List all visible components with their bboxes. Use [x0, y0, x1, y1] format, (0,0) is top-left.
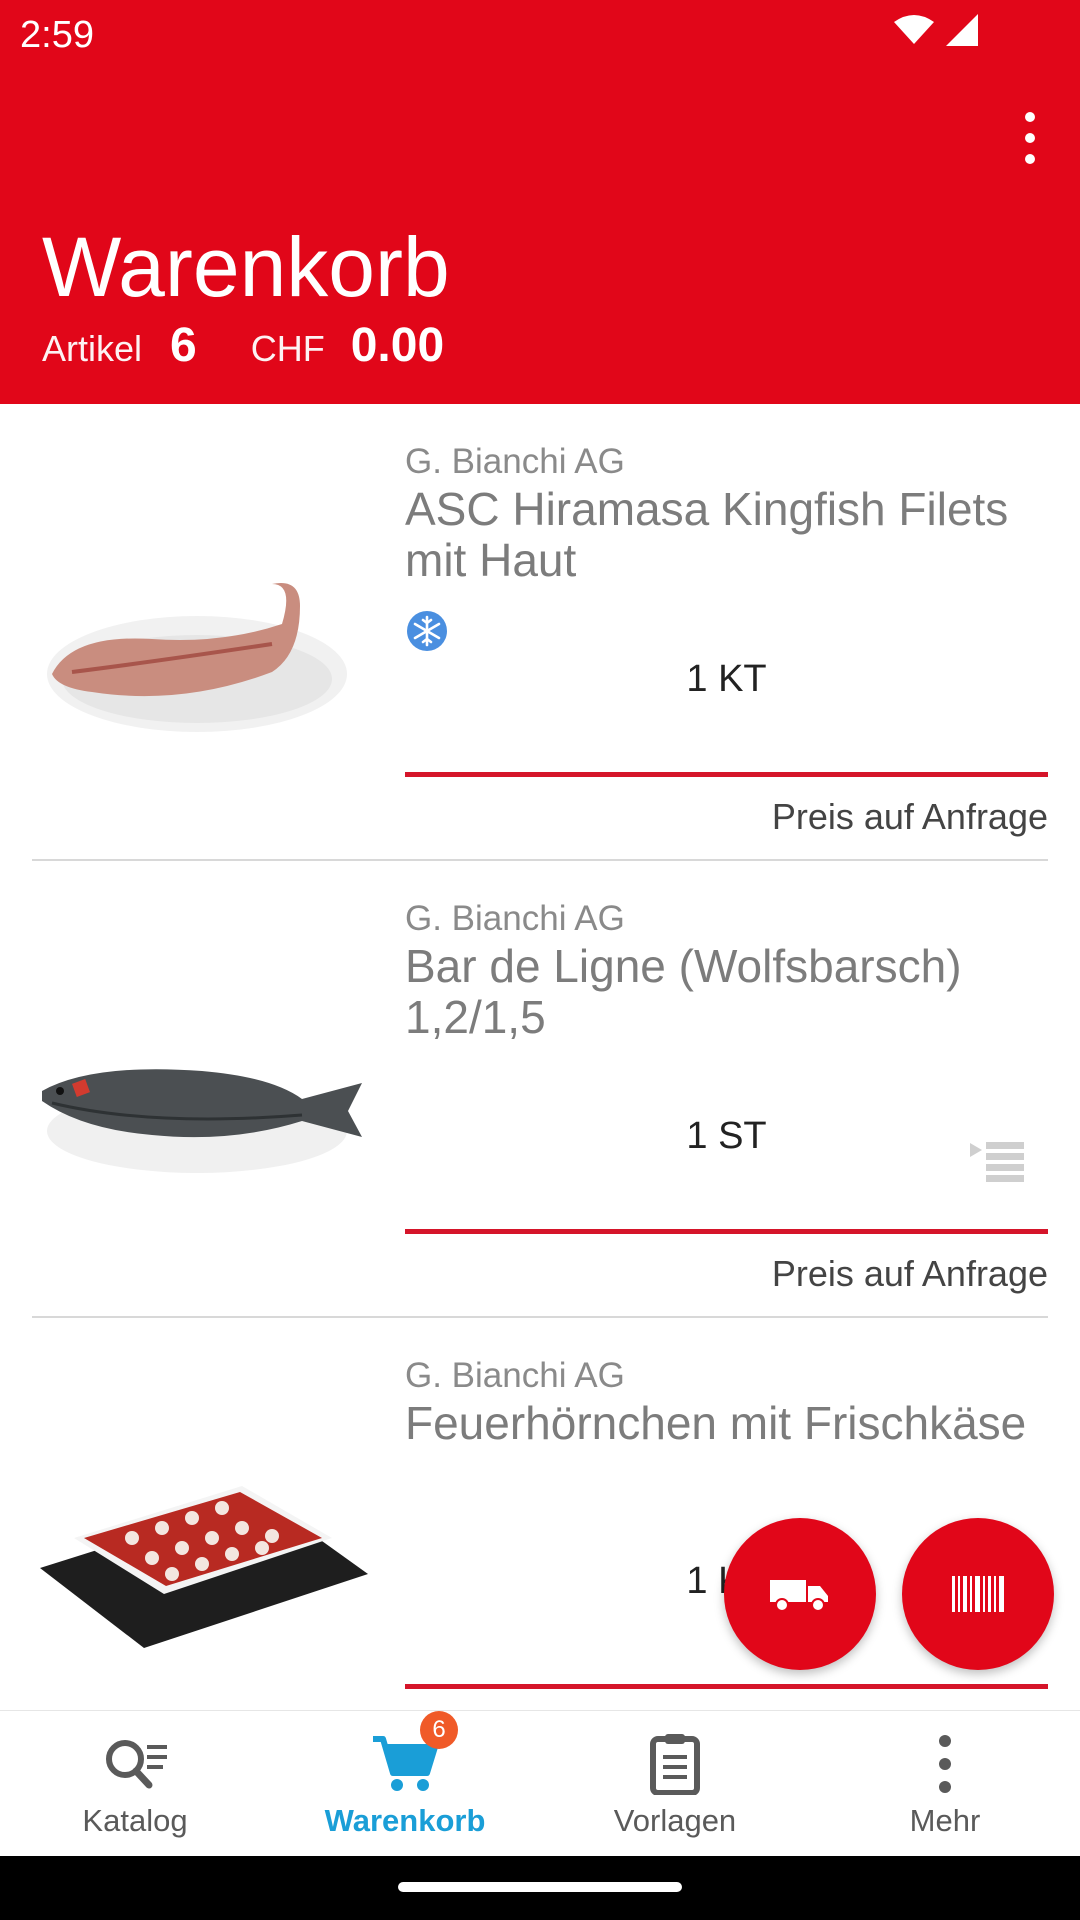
quantity-underline: [405, 772, 1048, 777]
cart-total: 0.00: [350, 319, 445, 372]
cart-summary: Artikel 6 CHF 0.00: [42, 318, 444, 373]
price-text: Preis auf Anfrage: [771, 796, 1048, 837]
clipboard-icon: [650, 1734, 700, 1795]
quantity-underline: [405, 1229, 1048, 1234]
product-name[interactable]: Bar de Ligne (Wolfsbarsch) 1,2/1,5: [405, 941, 1045, 1043]
status-time: 2:59: [20, 14, 94, 56]
barcode-icon: [952, 1576, 1004, 1612]
cart-count-badge: 6: [420, 1711, 458, 1749]
snowflake-icon: [407, 611, 447, 651]
wifi-icon: [894, 15, 934, 44]
product-name[interactable]: ASC Hiramasa Kingfish Filets mit Haut: [405, 484, 1045, 586]
nav-label: Warenkorb: [324, 1803, 486, 1838]
nav-label: Vorlagen: [613, 1803, 737, 1838]
nav-warenkorb[interactable]: Warenkorb: [270, 1711, 540, 1857]
delivery-button[interactable]: [724, 1518, 876, 1670]
quantity-field[interactable]: 1 KT: [405, 650, 1048, 708]
truck-icon: [770, 1580, 828, 1612]
nav-mehr[interactable]: Mehr: [810, 1711, 1080, 1857]
nav-katalog[interactable]: Katalog: [0, 1711, 270, 1857]
nav-label: Mehr: [909, 1803, 981, 1838]
product-image: [42, 1069, 362, 1173]
catalog-search-icon: [106, 1740, 167, 1789]
supplier-name: G. Bianchi AG: [405, 899, 625, 938]
nav-vorlagen[interactable]: Vorlagen: [540, 1711, 810, 1857]
app-header: 2:59 Warenkorb Artikel 6 CHF 0.00: [0, 0, 1080, 404]
status-icons: [894, 14, 980, 46]
system-navigation-bar: [0, 1856, 1080, 1920]
bottom-navigation: Katalog Warenkorb Vorlagen Mehr: [0, 1710, 1080, 1857]
scan-button[interactable]: [902, 1518, 1054, 1670]
cart-item[interactable]: G. Bianchi AG ASC Hiramasa Kingfish File…: [0, 404, 1080, 860]
overflow-menu-button[interactable]: [1008, 112, 1052, 164]
price-text: Preis auf Anfrage: [771, 1253, 1048, 1294]
articles-count: 6: [170, 319, 197, 372]
currency-label: CHF: [250, 328, 325, 369]
supplier-name: G. Bianchi AG: [405, 442, 625, 481]
nav-label: Katalog: [82, 1803, 188, 1838]
articles-label: Artikel: [42, 328, 143, 369]
more-vertical-icon: [939, 1735, 951, 1793]
cart-item[interactable]: G. Bianchi AG Feuerhörnchen mit Frischkä…: [0, 1318, 1080, 1710]
home-gesture-pill[interactable]: [398, 1882, 682, 1892]
quantity-field[interactable]: 1 ST: [405, 1107, 1048, 1165]
page-title: Warenkorb: [42, 220, 450, 314]
quantity-underline: [405, 1684, 1048, 1689]
signal-icon: [946, 14, 978, 46]
product-image: [40, 1486, 368, 1648]
supplier-name: G. Bianchi AG: [405, 1356, 625, 1395]
product-name[interactable]: Feuerhörnchen mit Frischkäse: [405, 1398, 1045, 1449]
list-play-icon[interactable]: [968, 1139, 1026, 1183]
cart-list[interactable]: G. Bianchi AG ASC Hiramasa Kingfish File…: [0, 404, 1080, 1710]
product-image: [47, 582, 347, 732]
cart-item[interactable]: G. Bianchi AG Bar de Ligne (Wolfsbarsch)…: [0, 861, 1080, 1317]
